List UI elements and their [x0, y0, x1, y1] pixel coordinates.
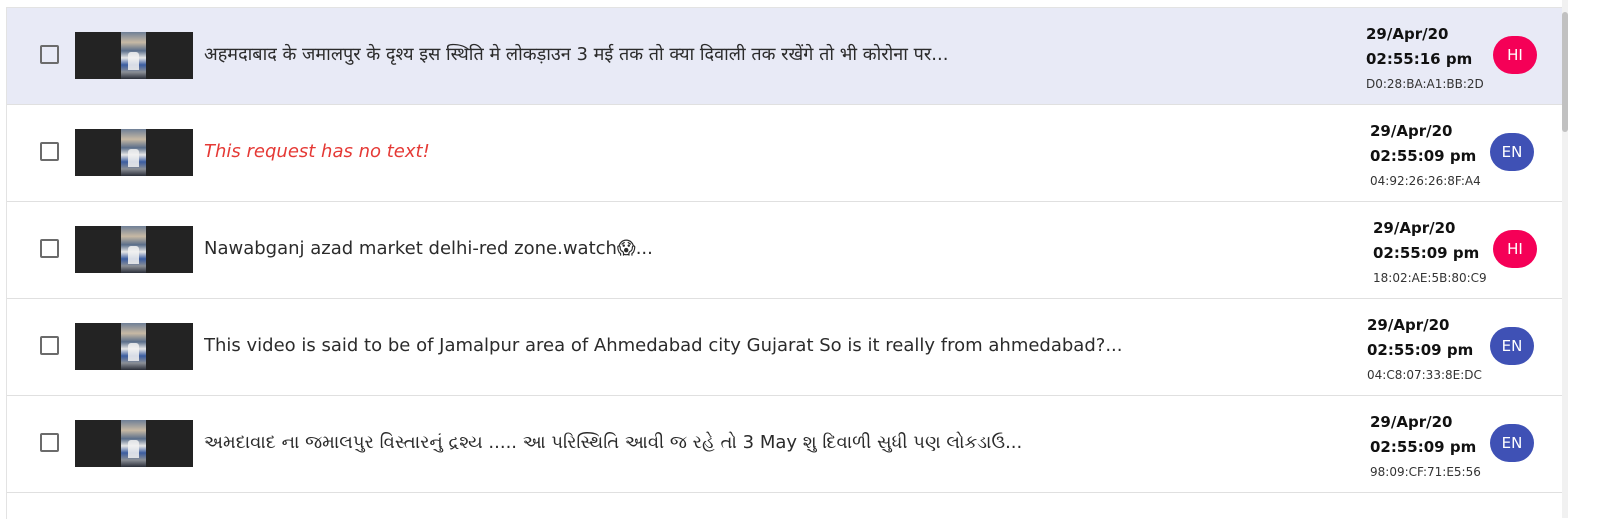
thumbnail-frame [121, 32, 146, 79]
device-mac: 18:02:AE:5B:80:C9 [1373, 271, 1487, 285]
select-checkbox[interactable] [40, 239, 59, 258]
message-text[interactable]: This request has no text! [204, 140, 1324, 164]
language-badge: EN [1490, 133, 1534, 171]
list-item[interactable]: This request has no text! 29/Apr/20 02:5… [7, 105, 1563, 202]
thumbnail-frame [121, 129, 146, 176]
language-badge: HI [1493, 36, 1537, 74]
language-badge: EN [1490, 327, 1534, 365]
language-badge: HI [1493, 230, 1537, 268]
message-text[interactable]: This video is said to be of Jamalpur are… [204, 334, 1324, 358]
request-meta: 29/Apr/20 02:55:09 pm 04:92:26:26:8F:A4 [1370, 119, 1510, 191]
request-time: 02:55:09 pm [1370, 147, 1477, 165]
thumbnail-frame [121, 420, 146, 467]
video-thumbnail[interactable] [75, 32, 193, 79]
message-text[interactable]: Nawabganj azad market delhi-red zone.wat… [204, 237, 1324, 261]
request-list: अहमदाबाद के जमालपुर के दृश्य इस स्थिति म… [6, 7, 1563, 519]
device-mac: 04:C8:07:33:8E:DC [1367, 368, 1482, 382]
select-checkbox[interactable] [40, 142, 59, 161]
request-meta: 29/Apr/20 02:55:16 pm D0:28:BA:A1:BB:2D [1366, 22, 1506, 94]
list-item[interactable]: This video is said to be of Jamalpur are… [7, 299, 1563, 396]
request-time: 02:55:09 pm [1373, 244, 1480, 262]
video-thumbnail[interactable] [75, 129, 193, 176]
device-mac: D0:28:BA:A1:BB:2D [1366, 77, 1484, 91]
video-thumbnail[interactable] [75, 226, 193, 273]
video-thumbnail[interactable] [75, 323, 193, 370]
request-date: 29/Apr/20 [1370, 413, 1453, 431]
request-meta: 29/Apr/20 02:55:09 pm 98:09:CF:71:E5:56 [1370, 410, 1510, 482]
device-mac: 98:09:CF:71:E5:56 [1370, 465, 1481, 479]
list-item[interactable]: અમદાવાદ ના જમાલપુર વિસ્તારનું દ્રશ્ય ...… [7, 396, 1563, 493]
request-date: 29/Apr/20 [1373, 219, 1456, 237]
select-checkbox[interactable] [40, 433, 59, 452]
message-text[interactable]: અમદાવાદ ના જમાલપુર વિસ્તારનું દ્રશ્ય ...… [204, 431, 1324, 455]
request-time: 02:55:09 pm [1367, 341, 1474, 359]
thumbnail-frame [121, 226, 146, 273]
thumbnail-frame [121, 323, 146, 370]
language-badge: EN [1490, 424, 1534, 462]
request-time: 02:55:16 pm [1366, 50, 1473, 68]
request-time: 02:55:09 pm [1370, 438, 1477, 456]
device-mac: 04:92:26:26:8F:A4 [1370, 174, 1481, 188]
request-date: 29/Apr/20 [1370, 122, 1453, 140]
scrollbar-thumb[interactable] [1562, 12, 1568, 132]
request-date: 29/Apr/20 [1367, 316, 1450, 334]
request-meta: 29/Apr/20 02:55:09 pm 04:C8:07:33:8E:DC [1367, 313, 1507, 385]
select-checkbox[interactable] [40, 45, 59, 64]
request-date: 29/Apr/20 [1366, 25, 1449, 43]
message-text[interactable]: अहमदाबाद के जमालपुर के दृश्य इस स्थिति म… [204, 43, 1324, 67]
select-checkbox[interactable] [40, 336, 59, 355]
list-item[interactable]: अहमदाबाद के जमालपुर के दृश्य इस स्थिति म… [7, 8, 1563, 105]
video-thumbnail[interactable] [75, 420, 193, 467]
list-item[interactable]: Nawabganj azad market delhi-red zone.wat… [7, 202, 1563, 299]
request-meta: 29/Apr/20 02:55:09 pm 18:02:AE:5B:80:C9 [1373, 216, 1513, 288]
